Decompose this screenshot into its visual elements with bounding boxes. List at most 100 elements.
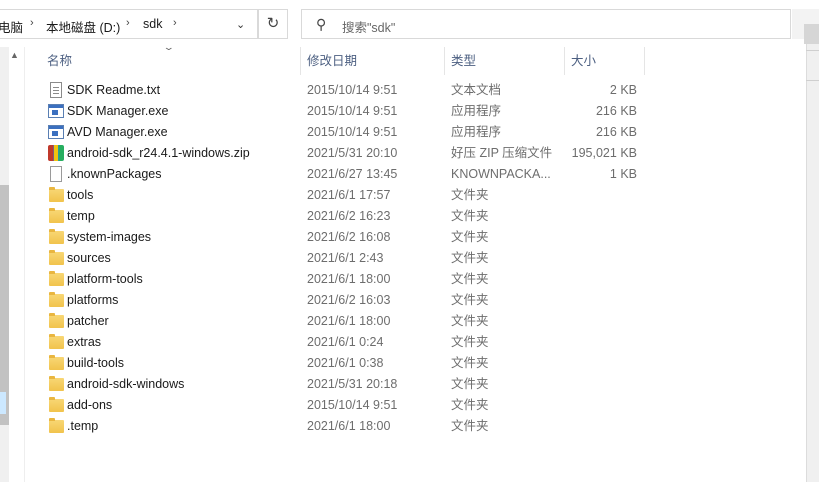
file-size [537,332,637,353]
column-header-type[interactable]: 类型 [451,47,563,75]
breadcrumb-separator-icon[interactable]: › [173,17,177,29]
breadcrumb-drive-d[interactable]: 本地磁盘 (D:) [46,17,120,36]
file-name: temp [67,209,95,223]
file-name: add-ons [67,398,113,412]
nav-pane-scrollbar-thumb[interactable] [0,185,9,425]
file-modified-date: 2021/6/2 16:08 [307,230,391,244]
file-name: extras [67,335,102,349]
file-name: patcher [67,314,109,328]
file-name: .knownPackages [67,167,162,181]
file-name: android-sdk_r24.4.1-windows.zip [67,146,250,160]
file-type: 文件夹 [451,377,489,391]
file-type: 文件夹 [451,356,489,370]
column-separator[interactable] [644,47,645,75]
exe-file-icon [48,104,64,118]
file-size [537,416,637,437]
refresh-button[interactable]: ↻ [258,9,288,39]
file-name: tools [67,188,94,202]
folder-icon [49,397,64,412]
file-row[interactable]: SDK Readme.txt 2015/10/14 9:51 文本文档 2 KB [44,80,644,101]
file-modified-date: 2015/10/14 9:51 [307,398,398,412]
address-bar[interactable]: 电脑 › 本地磁盘 (D:) › sdk › ⌄ [0,9,258,39]
file-row[interactable]: add-ons 2015/10/14 9:51 文件夹 [44,395,644,416]
column-separator[interactable] [564,47,565,75]
file-size [537,311,637,332]
file-modified-date: 2021/6/1 2:43 [307,251,384,265]
file-type: 文件夹 [451,293,489,307]
search-placeholder: 搜索"sdk" [342,21,396,35]
file-modified-date: 2015/10/14 9:51 [307,104,398,118]
column-separator[interactable] [300,47,301,75]
file-size [537,248,637,269]
file-modified-date: 2021/5/31 20:10 [307,146,398,160]
file-modified-date: 2021/5/31 20:18 [307,377,398,391]
file-size: 1 KB [609,167,637,181]
file-modified-date: 2021/6/2 16:23 [307,209,391,223]
folder-icon [49,418,64,433]
file-row[interactable]: system-images 2021/6/2 16:08 文件夹 [44,227,644,248]
file-name: .temp [67,419,99,433]
file-row[interactable]: .knownPackages 2021/6/27 13:45 KNOWNPACKA.… [44,164,644,185]
file-type: 文件夹 [451,419,489,433]
file-row[interactable]: tools 2021/6/1 17:57 文件夹 [44,185,644,206]
file-name: system-images [67,230,152,244]
file-type: 文件夹 [451,230,489,244]
search-icon: ⚲ [316,16,327,32]
address-history-dropdown-icon[interactable]: ⌄ [236,18,245,31]
folder-icon [49,250,64,265]
file-type: 文件夹 [451,188,489,202]
file-type: 文件夹 [451,398,489,412]
file-row[interactable]: platforms 2021/6/2 16:03 文件夹 [44,290,644,311]
folder-icon [49,292,64,307]
column-header-date[interactable]: 修改日期 [307,47,443,75]
folder-icon [49,208,64,223]
file-name: platform-tools [67,272,143,286]
file-row[interactable]: temp 2021/6/2 16:23 文件夹 [44,206,644,227]
file-modified-date: 2021/6/1 0:24 [307,335,384,349]
file-name: SDK Readme.txt [67,83,161,97]
file-size: 216 KB [595,104,637,118]
file-row[interactable]: android-sdk_r24.4.1-windows.zip 2021/5/31… [44,143,644,164]
file-size: 2 KB [609,83,637,97]
breadcrumb-separator-icon[interactable]: › [126,17,130,29]
column-separator[interactable] [444,47,445,75]
file-row[interactable]: patcher 2021/6/1 18:00 文件夹 [44,311,644,332]
file-name: SDK Manager.exe [67,104,169,118]
background-divider [806,80,819,81]
file-row[interactable]: AVD Manager.exe 2015/10/14 9:51 应用程序 216 KB [44,122,644,143]
file-type: KNOWNPACKA... [451,167,551,181]
folder-icon [49,355,64,370]
column-header-name[interactable]: 名称 [47,47,299,75]
file-row[interactable]: .temp 2021/6/1 18:00 文件夹 [44,416,644,437]
file-row[interactable]: android-sdk-windows 2021/5/31 20:18 文件夹 [44,374,644,395]
file-row[interactable]: SDK Manager.exe 2015/10/14 9:51 应用程序 216 KB [44,101,644,122]
pane-divider[interactable] [24,47,25,482]
file-row[interactable]: extras 2021/6/1 0:24 文件夹 [44,332,644,353]
file-name: android-sdk-windows [67,377,185,391]
file-size [537,290,637,311]
search-box[interactable]: ⚲ 搜索"sdk" [301,9,791,39]
file-row[interactable]: sources 2021/6/1 2:43 文件夹 [44,248,644,269]
file-modified-date: 2021/6/1 17:57 [307,188,391,202]
background-window-edge [806,44,819,482]
file-row[interactable]: build-tools 2021/6/1 0:38 文件夹 [44,353,644,374]
scroll-up-arrow-icon[interactable]: ▲ [10,50,19,60]
breadcrumb-this-pc[interactable]: 电脑 [0,17,23,36]
breadcrumb-separator-icon[interactable]: › [30,17,34,29]
file-name: AVD Manager.exe [67,125,168,139]
breadcrumb-sdk[interactable]: sdk [143,17,162,31]
file-name: sources [67,251,111,265]
zip-file-icon [48,145,64,161]
folder-icon [49,376,64,391]
file-type: 文件夹 [451,314,489,328]
file-type: 文件夹 [451,209,489,223]
file-size [537,206,637,227]
exe-file-icon [48,125,64,139]
nav-pane-selected-item[interactable] [0,392,6,414]
file-row[interactable]: platform-tools 2021/6/1 18:00 文件夹 [44,269,644,290]
file-type: 文件夹 [451,251,489,265]
file-size: 195,021 KB [571,146,637,160]
file-size [537,395,637,416]
column-header-size[interactable]: 大小 [571,47,643,75]
text-file-icon [50,82,62,98]
